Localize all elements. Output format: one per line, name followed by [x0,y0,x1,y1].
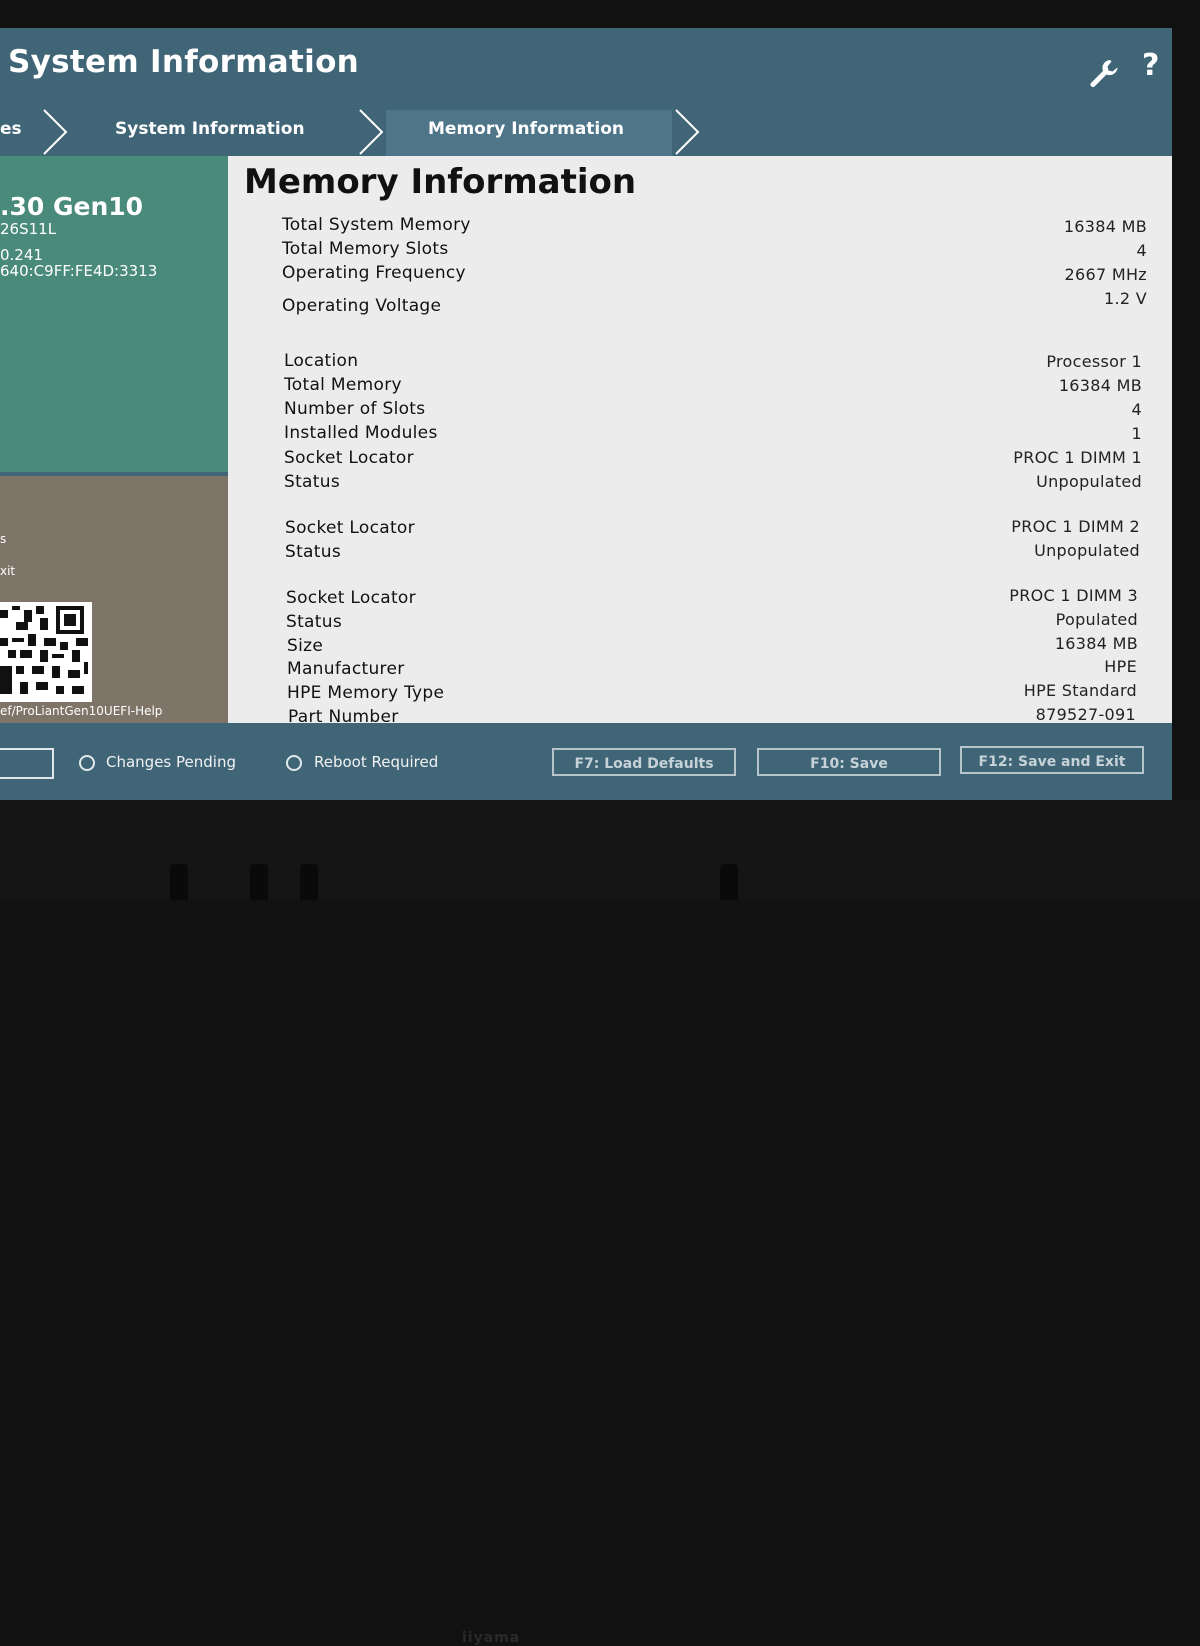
cable [170,864,188,900]
reboot-required-indicator [286,755,302,771]
changes-pending-label: Changes Pending [106,753,236,771]
section-title: Memory Information [244,162,637,202]
total-memory-value: 16384 MB [1058,376,1142,395]
location-label: Location [284,351,359,371]
help-menu-item[interactable]: xit [0,564,15,578]
status-value: Unpopulated [1034,541,1140,560]
uefi-screen: System Information ? es System Informati… [0,28,1172,800]
socket-locator-label: Socket Locator [286,588,416,608]
status-label: Status [284,472,340,492]
size-value: 16384 MB [1054,634,1138,653]
server-serial: 26S11L [0,220,57,238]
cable [250,864,268,900]
installed-modules-value: 1 [1131,424,1142,443]
server-model: .30 Gen10 [0,192,144,221]
total-system-memory-label: Total System Memory [282,215,471,235]
operating-frequency-label: Operating Frequency [282,263,466,283]
total-system-memory-value: 16384 MB [1063,217,1147,236]
help-menu-item[interactable]: s [0,532,6,546]
monitor-bezel: iiyama [0,800,1200,1646]
breadcrumb-label: Memory Information [428,119,625,139]
page-title: System Information [8,44,360,80]
operating-frequency-value: 2667 MHz [1064,265,1147,284]
socket-locator-value: PROC 1 DIMM 2 [1011,517,1140,536]
monitor-brand-logo: iiyama [462,1630,521,1646]
socket-locator-value: PROC 1 DIMM 1 [1013,448,1142,467]
number-of-slots-label: Number of Slots [284,399,426,419]
socket-locator-label: Socket Locator [285,518,415,538]
save-and-exit-button[interactable]: F12: Save and Exit [960,746,1144,774]
cable [720,864,738,900]
status-value: Populated [1055,610,1138,629]
socket-locator-label: Socket Locator [284,448,414,468]
qr-code-icon [0,602,92,702]
chevron-right-icon [359,109,384,155]
wrench-icon[interactable] [1086,56,1120,90]
load-defaults-button[interactable]: F7: Load Defaults [552,748,736,776]
part-number-label: Part Number [288,707,399,723]
manufacturer-value: HPE [1104,657,1137,676]
manufacturer-label: Manufacturer [287,659,405,679]
breadcrumb: es System Information Memory Information [0,109,720,156]
footer-action-button[interactable] [0,748,54,779]
location-value: Processor 1 [1046,352,1142,371]
status-value: Unpopulated [1036,472,1142,491]
total-memory-label: Total Memory [284,375,402,395]
save-button[interactable]: F10: Save [757,748,941,776]
help-url: ef/ProLiantGen10UEFI-Help [0,704,163,718]
socket-locator-value: PROC 1 DIMM 3 [1009,586,1138,605]
size-label: Size [287,636,324,656]
part-number-value: 879527-091 [1035,705,1136,723]
total-memory-slots-label: Total Memory Slots [282,239,449,259]
cable [300,864,318,900]
breadcrumb-label: es [0,119,22,139]
server-info-panel: .30 Gen10 26S11L 0.241 640:C9FF:FE4D:331… [0,156,231,472]
chevron-right-icon [675,109,700,155]
breadcrumb-item-memory-information[interactable]: Memory Information [386,110,672,156]
operating-voltage-label: Operating Voltage [282,296,442,316]
breadcrumb-item-previous[interactable]: es [0,110,40,156]
total-memory-slots-value: 4 [1136,241,1147,260]
status-label: Status [286,612,342,632]
hpe-memory-type-value: HPE Standard [1023,681,1137,700]
breadcrumb-label: System Information [115,119,305,139]
breadcrumb-item-system-information[interactable]: System Information [115,110,305,156]
installed-modules-label: Installed Modules [284,423,438,443]
operating-voltage-value: 1.2 V [1104,289,1147,308]
help-icon[interactable]: ? [1142,48,1159,83]
number-of-slots-value: 4 [1131,400,1142,419]
reboot-required-label: Reboot Required [314,753,439,771]
status-label: Status [285,542,341,562]
changes-pending-indicator [79,755,95,771]
hpe-memory-type-label: HPE Memory Type [287,683,445,703]
chevron-right-icon [43,109,68,155]
ipv6-address: 640:C9FF:FE4D:3313 [0,262,158,280]
footer-bar: Changes Pending Reboot Required F7: Load… [0,723,1172,800]
memory-information-content: Memory Information Total System Memory 1… [228,156,1172,723]
